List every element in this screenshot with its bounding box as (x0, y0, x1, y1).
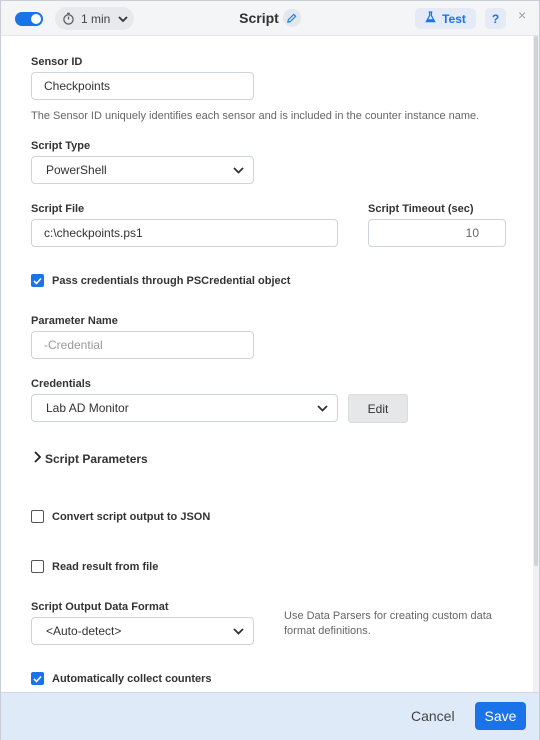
edit-title-pencil-icon[interactable] (282, 9, 301, 27)
read-from-file-row[interactable]: Read result from file (31, 560, 158, 573)
cancel-button[interactable]: Cancel (411, 708, 455, 724)
pass-credentials-checkbox[interactable] (31, 274, 44, 287)
chevron-down-icon (313, 404, 331, 412)
script-type-label: Script Type (31, 140, 91, 152)
edit-credentials-button[interactable]: Edit (348, 394, 408, 423)
test-button[interactable]: Test (415, 8, 476, 29)
output-format-select[interactable]: <Auto-detect> (31, 617, 254, 645)
close-icon[interactable]: × (518, 7, 526, 23)
auto-collect-row[interactable]: Automatically collect counters (31, 672, 212, 685)
sensor-id-label: Sensor ID (31, 56, 83, 68)
chevron-right-icon (33, 451, 42, 466)
convert-json-checkbox[interactable] (31, 510, 44, 523)
dialog-title-text: Script (239, 10, 279, 26)
dialog-content (1, 36, 533, 692)
script-file-label: Script File (31, 203, 85, 215)
script-sensor-dialog: 1 min Script Test ? × Sensor ID Checkpoi… (0, 0, 540, 740)
script-type-select[interactable]: PowerShell (31, 156, 254, 184)
script-file-input[interactable]: c:\checkpoints.ps1 (31, 219, 338, 247)
flask-icon (425, 11, 436, 26)
parameter-name-label: Parameter Name (31, 315, 118, 327)
sensor-id-input[interactable]: Checkpoints (31, 72, 254, 100)
output-format-value: <Auto-detect> (46, 624, 122, 638)
help-button[interactable]: ? (485, 8, 506, 29)
sensor-id-hint: The Sensor ID uniquely identifies each s… (31, 110, 480, 122)
convert-json-row[interactable]: Convert script output to JSON (31, 510, 210, 523)
credentials-value: Lab AD Monitor (46, 401, 129, 415)
scrollbar[interactable] (533, 36, 539, 692)
auto-collect-label: Automatically collect counters (52, 672, 212, 685)
script-timeout-input[interactable]: 10 (368, 219, 506, 247)
script-parameters-expander[interactable]: Script Parameters (33, 451, 148, 466)
chevron-down-icon (229, 166, 247, 174)
script-parameters-label: Script Parameters (45, 451, 148, 466)
read-from-file-checkbox[interactable] (31, 560, 44, 573)
dialog-header: 1 min Script Test ? × (1, 1, 539, 36)
read-from-file-label: Read result from file (52, 560, 159, 573)
chevron-down-icon (229, 627, 247, 635)
pass-credentials-row[interactable]: Pass credentials through PSCredential ob… (31, 274, 290, 287)
scrollbar-thumb[interactable] (534, 36, 538, 566)
script-type-value: PowerShell (46, 163, 107, 177)
dialog-footer: Cancel Save (1, 692, 539, 740)
output-format-hint: Use Data Parsers for creating custom dat… (284, 610, 492, 637)
convert-json-label: Convert script output to JSON (52, 510, 211, 523)
credentials-label: Credentials (31, 378, 91, 390)
test-button-label: Test (442, 11, 466, 26)
script-timeout-label: Script Timeout (sec) (368, 203, 474, 215)
parameter-name-input[interactable]: -Credential (31, 331, 254, 359)
save-button[interactable]: Save (475, 702, 526, 730)
pass-credentials-label: Pass credentials through PSCredential ob… (52, 274, 291, 287)
auto-collect-checkbox[interactable] (31, 672, 44, 685)
credentials-select[interactable]: Lab AD Monitor (31, 394, 338, 422)
output-format-label: Script Output Data Format (31, 601, 169, 613)
